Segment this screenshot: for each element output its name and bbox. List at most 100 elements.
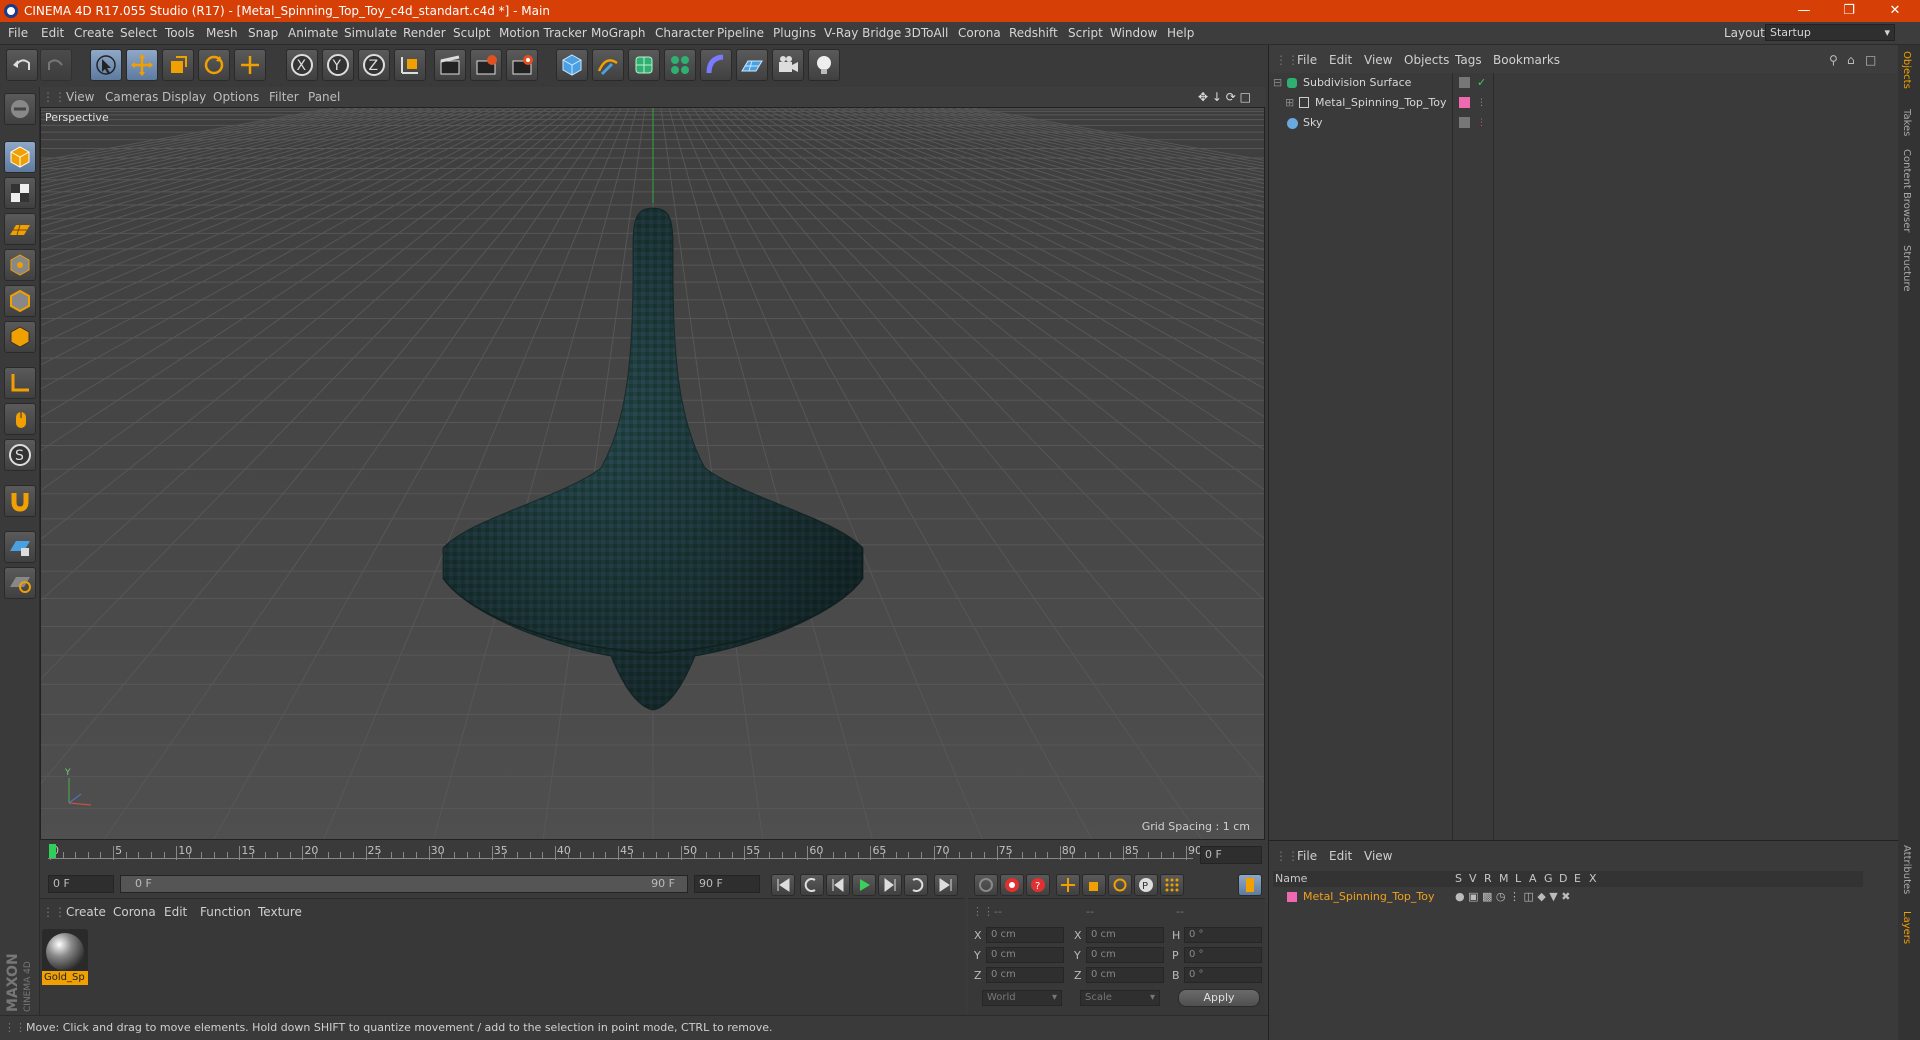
y-axis-lock-button[interactable]: Y <box>322 49 354 81</box>
points-mode-button[interactable] <box>4 249 36 281</box>
cloner-button[interactable] <box>664 49 696 81</box>
start-frame-field[interactable]: 0 F <box>48 875 114 893</box>
objects-menu-tags[interactable]: Tags <box>1455 53 1482 67</box>
layout-select[interactable]: Startup ▾ <box>1765 24 1895 41</box>
menu-vray-bridge[interactable]: V-Ray Bridge <box>824 26 901 40</box>
edges-mode-button[interactable] <box>4 285 36 317</box>
next-frame-button[interactable] <box>878 874 902 896</box>
keyframe-selection-button[interactable]: ? <box>1026 874 1050 896</box>
viewport-menu-panel[interactable]: Panel <box>308 90 340 104</box>
search-icon[interactable]: ⚲ <box>1829 53 1838 67</box>
menu-render[interactable]: Render <box>403 26 446 40</box>
tab-takes[interactable]: Takes <box>1901 109 1912 136</box>
deformer-button[interactable] <box>700 49 732 81</box>
workplane-mode-button[interactable] <box>4 213 36 245</box>
viewport-navigation-icons[interactable]: ✥ ↓ ⟳ □ <box>1198 90 1251 104</box>
menu-character[interactable]: Character <box>655 26 714 40</box>
menu-tools[interactable]: Tools <box>165 26 195 40</box>
layers-menu-view[interactable]: View <box>1364 849 1392 863</box>
menu-window[interactable]: Window <box>1110 26 1157 40</box>
position-y-field[interactable]: 0 cm <box>986 947 1064 963</box>
menu-edit[interactable]: Edit <box>41 26 64 40</box>
timeline-layout-button[interactable] <box>1238 874 1262 896</box>
key-scale-button[interactable] <box>1082 874 1106 896</box>
x-axis-lock-button[interactable]: X <box>286 49 318 81</box>
size-x-field[interactable]: 0 cm <box>1086 927 1164 943</box>
menu-redshift[interactable]: Redshift <box>1009 26 1058 40</box>
viewport-menu-display[interactable]: Display <box>162 90 206 104</box>
size-y-field[interactable]: 0 cm <box>1086 947 1164 963</box>
layer-tag-icon[interactable] <box>1459 77 1470 88</box>
objects-menu-edit[interactable]: Edit <box>1329 53 1352 67</box>
size-mode-select[interactable]: Scale ▾ <box>1080 990 1160 1006</box>
material-menu-edit[interactable]: Edit <box>164 905 187 919</box>
record-active-objects-button[interactable] <box>974 874 998 896</box>
camera-object-button[interactable] <box>772 49 804 81</box>
menu-create[interactable]: Create <box>74 26 114 40</box>
rotate-tool-button[interactable] <box>198 49 230 81</box>
apply-button[interactable]: Apply <box>1178 989 1260 1007</box>
prev-frame-button[interactable] <box>826 874 850 896</box>
rotation-p-field[interactable]: 0 ° <box>1184 947 1262 963</box>
rotation-h-field[interactable]: 0 ° <box>1184 927 1262 943</box>
material-menu-function[interactable]: Function <box>200 905 251 919</box>
light-object-button[interactable] <box>808 49 840 81</box>
objects-menu-objects[interactable]: Objects <box>1404 53 1449 67</box>
close-button[interactable]: ✕ <box>1875 0 1915 22</box>
play-button[interactable] <box>852 874 876 896</box>
live-selection-button[interactable] <box>90 49 122 81</box>
home-icon[interactable]: ⌂ <box>1847 53 1855 67</box>
objects-menu-view[interactable]: View <box>1364 53 1392 67</box>
model-mode-button[interactable] <box>4 141 36 173</box>
perspective-viewport[interactable]: Y Perspective Grid Spacing : 1 cm <box>40 107 1265 840</box>
make-editable-button[interactable] <box>4 93 36 125</box>
tree-expand-icon[interactable]: ⊟ <box>1273 73 1282 93</box>
render-view-button[interactable] <box>434 49 466 81</box>
key-parameter-button[interactable]: P <box>1134 874 1158 896</box>
objects-menu-bookmarks[interactable]: Bookmarks <box>1493 53 1560 67</box>
new-window-icon[interactable]: □ <box>1865 53 1876 67</box>
prev-key-button[interactable] <box>800 874 824 896</box>
transform-tool-button[interactable] <box>234 49 266 81</box>
object-row-metal-spinning-top[interactable]: ⊞ Metal_Spinning_Top_Toy ⋮ <box>1273 93 1863 113</box>
menu-simulate[interactable]: Simulate <box>344 26 397 40</box>
goto-end-button[interactable] <box>934 874 958 896</box>
timeline-ruler[interactable]: 051015202530354045505560657075808590 0 F <box>40 840 1265 870</box>
move-tool-button[interactable] <box>126 49 158 81</box>
menu-sculpt[interactable]: Sculpt <box>453 26 490 40</box>
tab-structure[interactable]: Structure <box>1901 245 1912 292</box>
coord-mode-select[interactable]: World ▾ <box>982 990 1062 1006</box>
menu-select[interactable]: Select <box>120 26 157 40</box>
autokeying-button[interactable] <box>1000 874 1024 896</box>
playhead-marker[interactable] <box>49 844 56 858</box>
polygons-mode-button[interactable] <box>4 321 36 353</box>
enabled-check-icon[interactable]: ✓ <box>1477 73 1486 93</box>
z-axis-lock-button[interactable]: Z <box>358 49 390 81</box>
object-row-subdivision-surface[interactable]: ⊟ Subdivision Surface ✓ <box>1273 73 1863 93</box>
cube-object-button[interactable] <box>556 49 588 81</box>
goto-start-button[interactable] <box>771 874 795 896</box>
visibility-dots-icon[interactable]: ⋮ <box>1477 113 1486 133</box>
undo-button[interactable] <box>6 49 38 81</box>
key-rotation-button[interactable] <box>1108 874 1132 896</box>
key-position-button[interactable] <box>1056 874 1080 896</box>
redo-button[interactable] <box>40 49 72 81</box>
material-menu-texture[interactable]: Texture <box>258 905 302 919</box>
magnet-button[interactable] <box>4 485 36 517</box>
menu-help[interactable]: Help <box>1167 26 1194 40</box>
menu-animate[interactable]: Animate <box>288 26 338 40</box>
texture-mode-button[interactable] <box>4 177 36 209</box>
render-to-picture-viewer-button[interactable] <box>470 49 502 81</box>
tab-layers[interactable]: Layers <box>1901 911 1912 944</box>
tab-content-browser[interactable]: Content Browser <box>1901 149 1912 232</box>
frame-range-slider[interactable]: 0 F 90 F <box>120 875 688 893</box>
minimize-button[interactable]: — <box>1784 0 1824 22</box>
viewport-menu-filter[interactable]: Filter <box>269 90 299 104</box>
material-tag-icon[interactable] <box>1459 97 1470 108</box>
viewport-menu-options[interactable]: Options <box>213 90 259 104</box>
viewport-menu-view[interactable]: View <box>66 90 94 104</box>
layer-tag-icon[interactable] <box>1459 117 1470 128</box>
material-menu-create[interactable]: Create <box>66 905 106 919</box>
menu-plugins[interactable]: Plugins <box>773 26 816 40</box>
end-frame-field[interactable]: 90 F <box>694 875 760 893</box>
